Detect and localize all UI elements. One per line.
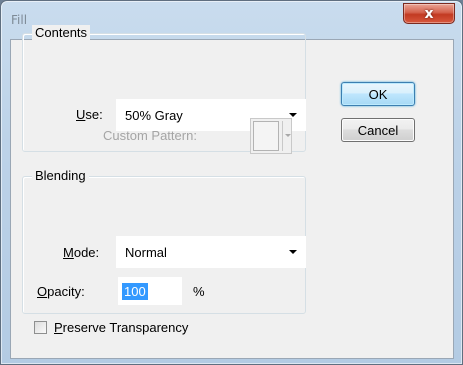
custom-pattern-label: Custom Pattern:: [103, 128, 197, 143]
opacity-input[interactable]: 100: [118, 277, 182, 305]
close-button[interactable]: x: [403, 3, 455, 24]
chevron-down-icon: [285, 134, 291, 137]
use-label-rest: se:: [85, 107, 103, 122]
pattern-swatch: [253, 121, 279, 151]
window-title: Fill: [11, 13, 28, 27]
custom-pattern-picker: [250, 118, 292, 154]
close-icon: x: [424, 5, 434, 22]
mode-select-value: Normal: [125, 245, 167, 260]
pattern-divider: [282, 121, 283, 151]
mode-label-accel: M: [63, 245, 74, 260]
opacity-unit: %: [193, 284, 205, 299]
opacity-value: 100: [122, 283, 148, 300]
contents-legend: Contents: [32, 25, 91, 40]
preserve-label-rest: reserve Transparency: [62, 320, 189, 335]
cancel-button[interactable]: Cancel: [341, 118, 415, 142]
opacity-label-rest: pacity:: [47, 284, 85, 299]
opacity-label-accel: O: [37, 284, 48, 299]
use-select-value: 50% Gray: [125, 108, 183, 123]
preserve-label-accel: P: [54, 320, 63, 335]
mode-select[interactable]: Normal: [116, 236, 306, 268]
mode-label-rest: ode:: [73, 245, 100, 260]
ok-button[interactable]: OK: [341, 82, 415, 106]
preserve-transparency-label[interactable]: Preserve Transparency: [54, 320, 188, 335]
use-label-accel: U: [76, 107, 86, 122]
use-label: Use:: [76, 107, 103, 122]
chevron-down-icon: [289, 113, 297, 117]
opacity-label: Opacity:: [37, 284, 85, 299]
preserve-transparency-checkbox[interactable]: [34, 321, 47, 334]
mode-label: Mode:: [63, 245, 99, 260]
blending-legend: Blending: [32, 168, 89, 183]
chevron-down-icon: [289, 250, 297, 254]
